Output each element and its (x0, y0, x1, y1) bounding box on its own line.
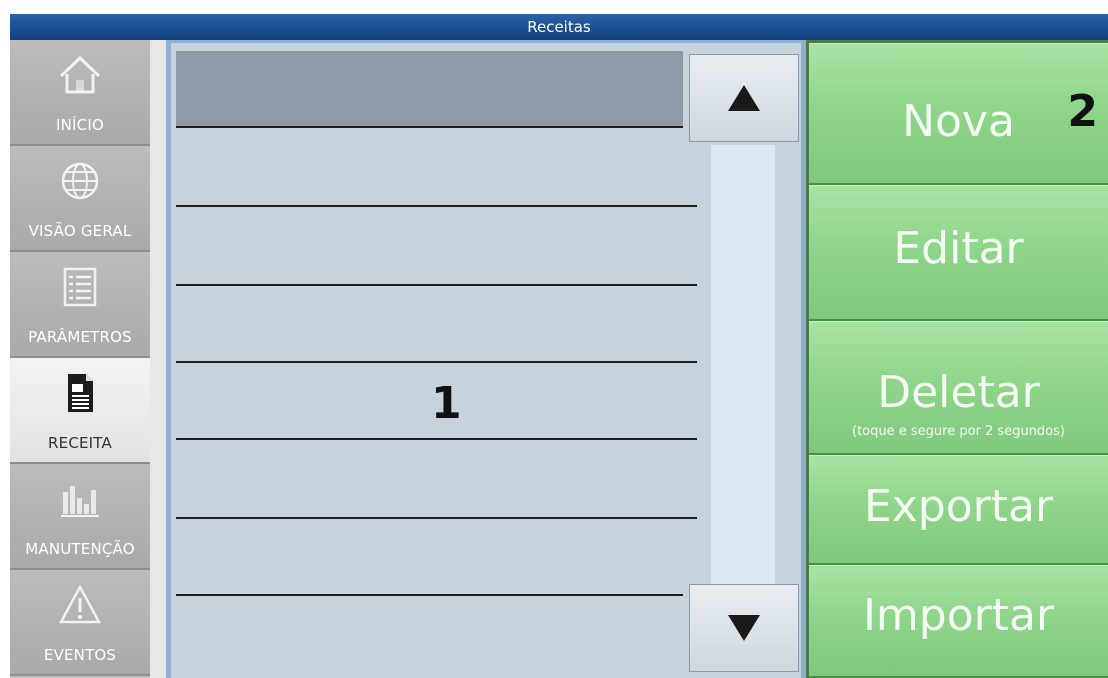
list-icon (63, 267, 97, 307)
warning-icon (58, 584, 102, 624)
sidebar-item-label: PARÂMETROS (28, 328, 132, 346)
sidebar-divider (150, 40, 166, 678)
import-button-label: Importar (862, 590, 1055, 641)
arrow-down-icon (728, 615, 760, 641)
bar-chart-icon (61, 486, 99, 517)
import-recipe-button[interactable]: Importar (809, 565, 1108, 678)
sidebar-item-label: VISÃO GERAL (28, 222, 132, 240)
list-marker: 1 (431, 378, 462, 429)
sidebar: INÍCIO VISÃO GERAL PARÂMETROS RECEITA MA… (10, 40, 150, 678)
delete-button-label: Deletar (877, 367, 1040, 418)
globe-icon (61, 162, 99, 200)
list-item[interactable] (176, 51, 683, 128)
sidebar-item-label: INÍCIO (56, 116, 104, 134)
sidebar-item-visao-geral[interactable]: VISÃO GERAL (10, 146, 150, 252)
action-marker: 2 (1067, 86, 1098, 137)
sidebar-item-eventos[interactable]: EVENTOS (10, 570, 150, 676)
list-item[interactable] (176, 442, 697, 519)
scroll-down-button[interactable] (689, 584, 799, 672)
export-recipe-button[interactable]: Exportar (809, 455, 1108, 565)
document-icon (68, 374, 93, 412)
export-button-label: Exportar (863, 481, 1054, 532)
action-panel: Nova 2 Editar Deletar (toque e segure po… (806, 40, 1108, 678)
list-item[interactable] (176, 286, 697, 363)
scroll-up-button[interactable] (689, 54, 799, 142)
window-title: Receitas (527, 18, 591, 36)
sidebar-item-parametros[interactable]: PARÂMETROS (10, 252, 150, 358)
title-bar: Receitas (10, 14, 1108, 40)
delete-recipe-button[interactable]: Deletar (toque e segure por 2 segundos) (809, 321, 1108, 455)
sidebar-item-receita[interactable]: RECEITA (10, 358, 150, 464)
edit-recipe-button[interactable]: Editar (809, 185, 1108, 321)
new-recipe-button[interactable]: Nova 2 (809, 43, 1108, 185)
home-icon (59, 55, 101, 94)
sidebar-item-label: RECEITA (48, 434, 112, 452)
sidebar-item-label: EVENTOS (43, 646, 117, 664)
sidebar-item-inicio[interactable]: INÍCIO (10, 40, 150, 146)
recipes-screen: Receitas INÍCIO VISÃO GERAL PARÂMETROS R… (0, 0, 1108, 678)
sidebar-item-label: MANUTENÇÃO (25, 540, 135, 558)
arrow-up-icon (728, 85, 760, 111)
delete-hint: (toque e segure por 2 segundos) (852, 424, 1065, 439)
sidebar-item-manutencao[interactable]: MANUTENÇÃO (10, 464, 150, 570)
scrollbar-track[interactable] (705, 145, 781, 585)
list-item[interactable] (176, 209, 697, 286)
new-button-label: Nova (902, 96, 1015, 147)
edit-button-label: Editar (893, 223, 1024, 274)
list-item[interactable] (176, 519, 683, 596)
list-item[interactable] (176, 130, 697, 207)
